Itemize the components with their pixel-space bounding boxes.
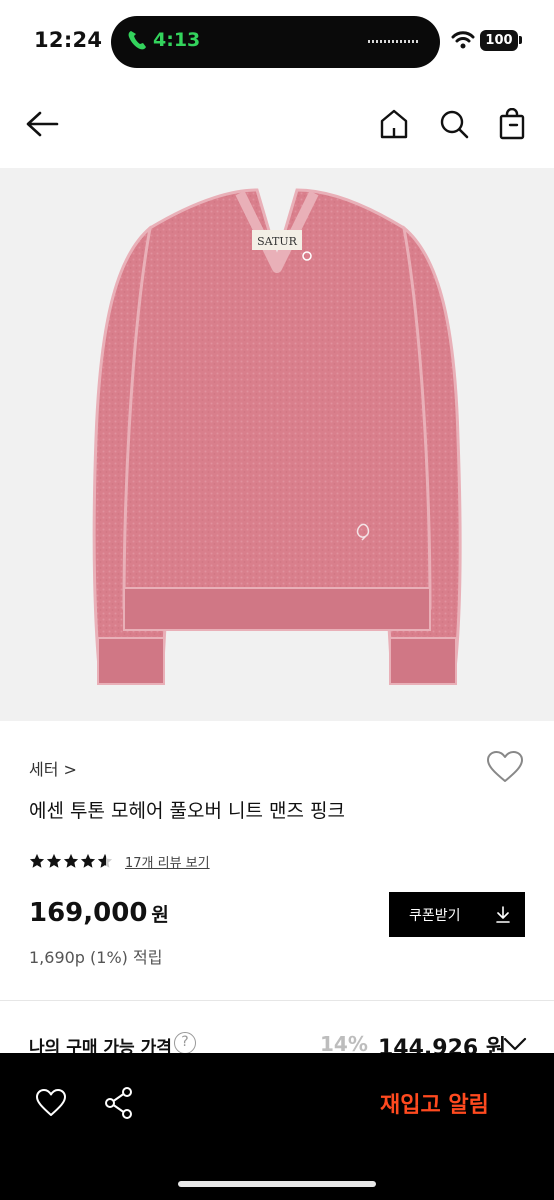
- wifi-icon: [451, 31, 475, 49]
- bottom-action-bar: 재입고 알림: [0, 1053, 554, 1200]
- star-rating: [29, 853, 113, 868]
- coupon-download-button[interactable]: 쿠폰받기: [389, 892, 525, 937]
- status-bar: 12:24 4:13 100: [0, 0, 554, 80]
- call-duration: 4:13: [153, 29, 201, 51]
- coupon-button-label: 쿠폰받기: [409, 907, 461, 924]
- product-title: 에센 투톤 모헤어 풀오버 니트 맨즈 핑크: [29, 800, 345, 822]
- category-breadcrumb[interactable]: 세터 >: [29, 756, 77, 780]
- heart-icon: [36, 1089, 66, 1116]
- chevron-down-icon[interactable]: [503, 1036, 527, 1052]
- app-header: [0, 80, 554, 168]
- dynamic-island[interactable]: 4:13: [111, 16, 440, 68]
- status-time: 12:24: [34, 28, 103, 52]
- price-value: 169,000: [29, 898, 148, 928]
- brand-label-text: SATUR: [257, 235, 297, 248]
- share-button[interactable]: [103, 1086, 135, 1124]
- home-icon: [380, 109, 408, 139]
- help-icon[interactable]: ?: [174, 1032, 196, 1054]
- phone-icon: [128, 31, 146, 50]
- heart-icon: [487, 751, 523, 782]
- share-icon: [105, 1087, 132, 1119]
- back-button[interactable]: [24, 106, 60, 142]
- review-link[interactable]: 17개 리뷰 보기: [125, 852, 210, 871]
- price-unit: 원: [151, 904, 169, 926]
- points-info: 1,690p (1%) 적립: [29, 948, 163, 967]
- audio-dots: [368, 40, 420, 43]
- wishlist-button[interactable]: [486, 750, 524, 788]
- call-indicator: 4:13: [127, 29, 200, 51]
- product-image[interactable]: SATUR: [0, 168, 554, 721]
- sweater-illustration: SATUR: [92, 188, 462, 685]
- download-icon: [496, 905, 510, 923]
- price: 169,000 원: [29, 898, 169, 928]
- battery-tip: [519, 36, 522, 44]
- cart-button[interactable]: [494, 106, 530, 142]
- section-divider: [0, 1000, 554, 1001]
- restock-alert-button[interactable]: 재입고 알림: [380, 1087, 489, 1119]
- search-button[interactable]: [436, 106, 472, 142]
- shopping-bag-icon: [499, 108, 525, 140]
- rating-row: 17개 리뷰 보기: [29, 852, 210, 871]
- arrow-left-icon: [26, 111, 59, 137]
- search-icon: [440, 110, 469, 139]
- home-button[interactable]: [376, 106, 412, 142]
- home-indicator[interactable]: [178, 1181, 376, 1187]
- bottom-wishlist-button[interactable]: [35, 1088, 67, 1122]
- battery-indicator: 100: [480, 30, 518, 51]
